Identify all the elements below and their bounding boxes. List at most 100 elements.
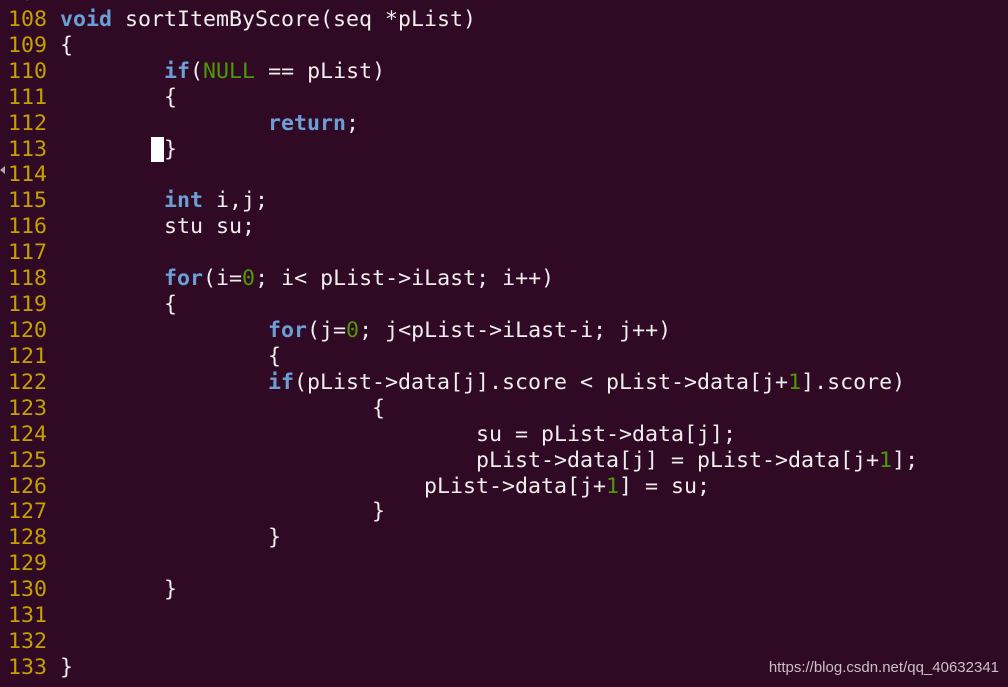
- line-number: 129: [8, 551, 48, 577]
- code-keyword: return: [268, 110, 347, 136]
- code-line[interactable]: 120 for(j=0; j<pList->iLast-i; j++): [8, 318, 918, 344]
- code-line[interactable]: 131: [8, 603, 918, 629]
- code-line[interactable]: 126 pList->data[j+1] = su;: [8, 474, 918, 500]
- code-text: ; j<pList->iLast-i; j++): [359, 317, 672, 343]
- code-line[interactable]: 128 }: [8, 525, 918, 551]
- code-text: i,j;: [203, 188, 269, 214]
- code-line[interactable]: 122 if(pList->data[j].score < pList->dat…: [8, 370, 918, 396]
- line-number: 125: [8, 447, 48, 473]
- line-number: 118: [8, 266, 48, 292]
- code-text: (pList->data[j].score < pList->data[j+: [294, 369, 789, 395]
- watermark: https://blog.csdn.net/qq_40632341: [768, 659, 999, 676]
- code-line[interactable]: 113 }: [8, 136, 918, 163]
- text-cursor: [151, 136, 165, 162]
- code-line[interactable]: 107: [8, 0, 918, 7]
- code-line[interactable]: 108 void sortItemByScore(seq *pList): [8, 7, 918, 33]
- code-text: ] = su;: [619, 473, 711, 499]
- code-line[interactable]: 112 return;: [8, 111, 918, 137]
- code-line[interactable]: 118 for(i=0; i< pList->iLast; i++): [8, 266, 918, 292]
- line-number: 107: [8, 0, 60, 7]
- code-text: }: [164, 136, 178, 162]
- code-text: }: [60, 654, 74, 680]
- code-line[interactable]: 119 {: [8, 292, 918, 318]
- code-line[interactable]: 110 if(NULL == pList): [8, 59, 918, 85]
- line-number: 120: [8, 317, 48, 343]
- code-constant: 0: [242, 266, 256, 292]
- code-text: }: [60, 499, 386, 525]
- code-constant: NULL: [203, 58, 256, 84]
- line-number: 116: [8, 214, 48, 240]
- code-text: {: [60, 395, 386, 421]
- code-text: pList->data[j] = pList->data[j+: [60, 447, 880, 473]
- line-number: 123: [8, 395, 48, 421]
- code-text: }: [60, 525, 282, 551]
- code-line[interactable]: 127 }: [8, 499, 918, 525]
- code-text: ; i< pList->iLast; i++): [255, 266, 555, 292]
- code-constant: 1: [606, 473, 620, 499]
- code-text: su = pList->data[j];: [60, 421, 737, 447]
- code-text: sortItemByScore(seq *pList): [112, 6, 477, 32]
- fold-marker-icon: [0, 166, 5, 174]
- line-number: 113: [8, 136, 48, 162]
- line-number: 119: [8, 292, 48, 318]
- code-text: (j=: [307, 317, 347, 343]
- code-line[interactable]: 121 {: [8, 344, 918, 370]
- code-constant: 0: [346, 317, 360, 343]
- code-keyword: int: [164, 188, 204, 214]
- line-number: 110: [8, 58, 48, 84]
- code-keyword: for: [268, 317, 308, 343]
- line-number: 121: [8, 343, 48, 369]
- code-constant: 1: [879, 447, 893, 473]
- line-number: 124: [8, 421, 48, 447]
- code-line[interactable]: 116 stu su;: [8, 214, 918, 240]
- code-line[interactable]: 132: [8, 629, 918, 655]
- code-text: == pList): [255, 58, 386, 84]
- line-number: 114: [8, 162, 48, 188]
- code-text: (i=: [203, 266, 243, 292]
- line-number: 111: [8, 84, 48, 110]
- line-number: 108: [8, 6, 48, 32]
- code-keyword: void: [60, 6, 113, 32]
- line-number: 122: [8, 369, 48, 395]
- code-line[interactable]: 123 {: [8, 396, 918, 422]
- line-number: 130: [8, 577, 48, 603]
- line-number: 126: [8, 473, 48, 499]
- code-text: {: [60, 292, 178, 318]
- line-number: 133: [8, 654, 48, 680]
- code-line[interactable]: 115 int i,j;: [8, 188, 918, 214]
- code-line[interactable]: 111 {: [8, 85, 918, 111]
- line-number: 127: [8, 499, 48, 525]
- code-line[interactable]: 129: [8, 551, 918, 577]
- code-text: ].score): [801, 369, 906, 395]
- line-number: 109: [8, 32, 48, 58]
- code-keyword: if: [268, 369, 295, 395]
- code-text: }: [60, 577, 178, 603]
- line-number: 132: [8, 629, 48, 655]
- code-text: {: [60, 343, 282, 369]
- line-number: 117: [8, 240, 48, 266]
- code-text: (: [190, 58, 204, 84]
- code-line[interactable]: 109 {: [8, 33, 918, 59]
- code-line[interactable]: 114: [8, 162, 918, 188]
- code-line[interactable]: 124 su = pList->data[j];: [8, 422, 918, 448]
- line-number: 112: [8, 110, 48, 136]
- line-number: 115: [8, 188, 48, 214]
- code-text: stu su;: [60, 214, 256, 240]
- code-line[interactable]: 125 pList->data[j] = pList->data[j+1];: [8, 448, 918, 474]
- code-line[interactable]: 117: [8, 240, 918, 266]
- code-editor[interactable]: 107108void sortItemByScore(seq *pList)10…: [8, 0, 918, 681]
- code-keyword: if: [164, 58, 191, 84]
- code-constant: 1: [788, 369, 802, 395]
- code-keyword: for: [164, 266, 204, 292]
- code-line[interactable]: 130 }: [8, 577, 918, 603]
- code-text: {: [60, 84, 178, 110]
- code-text: pList->data[j+: [60, 473, 607, 499]
- code-text: ;: [346, 110, 360, 136]
